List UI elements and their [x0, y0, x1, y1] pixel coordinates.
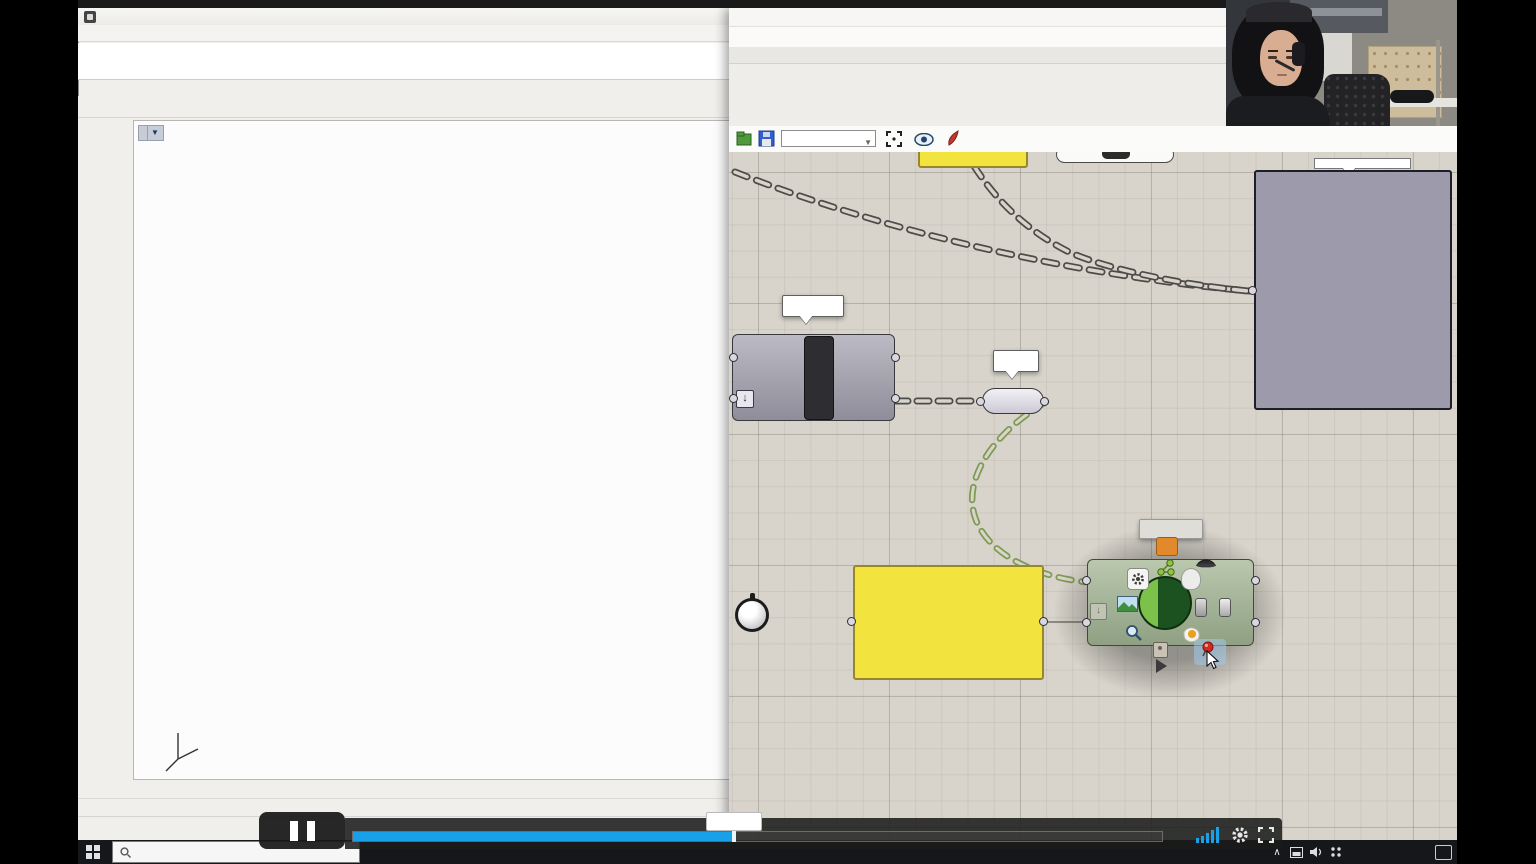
split-tree-2-negative-nub[interactable]	[1251, 618, 1260, 627]
capsule-toggle-icon-2[interactable]	[1219, 598, 1231, 617]
start-button[interactable]	[86, 845, 100, 859]
data-node-input-nub[interactable]	[976, 397, 985, 406]
fullscreen-icon[interactable]	[1258, 827, 1274, 843]
hat-icon[interactable]	[1195, 552, 1217, 568]
slider-node[interactable]	[1056, 152, 1174, 163]
pause-button[interactable]	[259, 812, 345, 849]
player-timestamp-tooltip	[706, 812, 762, 831]
split-tree-2-input-nub[interactable]	[1082, 576, 1091, 585]
masks-expression-icon[interactable]: ↓	[736, 390, 754, 408]
desk-headphones	[1390, 90, 1434, 103]
rhino-command-area[interactable]	[78, 43, 730, 80]
rhino-title-bar	[78, 8, 730, 25]
split-tree-tooltip	[782, 295, 844, 317]
data-node-tooltip	[993, 350, 1039, 372]
progress-bar[interactable]	[352, 831, 1163, 842]
compass-knob	[750, 593, 755, 600]
slider-handle[interactable]	[1102, 152, 1130, 159]
wire-display-icon[interactable]	[1156, 559, 1176, 577]
play-icon[interactable]	[1153, 658, 1169, 674]
grasshopper-canvas-toolbar: ▼	[729, 126, 1457, 153]
notification-badge	[1435, 845, 1452, 860]
capsule-toggle-icon-1[interactable]	[1195, 598, 1207, 617]
tree-panel-input-nub[interactable]	[1248, 286, 1257, 295]
rhino-viewport[interactable]: ▼	[133, 120, 730, 780]
split-tree-tooltip-pointer	[799, 315, 813, 324]
data-node-output-nub[interactable]	[1040, 397, 1049, 406]
webcam-overlay	[1226, 0, 1458, 126]
split-tree-positive-nub[interactable]	[891, 353, 900, 362]
tray-clock[interactable]	[1373, 840, 1431, 864]
panel-node[interactable]	[853, 565, 1044, 680]
save-file-icon[interactable]	[758, 130, 775, 147]
open-file-icon[interactable]	[736, 130, 754, 147]
redraw-pen-icon[interactable]	[945, 129, 961, 147]
shelf-pole	[1436, 40, 1440, 126]
chair	[1324, 74, 1390, 126]
tree-panel-callout	[1314, 158, 1411, 169]
playhead[interactable]	[732, 831, 736, 842]
split-tree-masks-nub[interactable]	[729, 394, 738, 403]
split-tree-2-tooltip	[1139, 519, 1203, 539]
grasshopper-canvas[interactable]: ↓	[729, 152, 1457, 840]
settings-gear-icon[interactable]	[1127, 568, 1149, 590]
player-settings-gear-icon[interactable]	[1231, 826, 1249, 844]
rhino-osnap-bar	[78, 798, 730, 816]
image-preview-icon[interactable]	[1117, 596, 1138, 612]
data-node-tooltip-pointer	[1005, 370, 1019, 379]
progress-fill	[353, 832, 734, 841]
person-shoulders	[1226, 96, 1330, 126]
orange-box-icon[interactable]	[1156, 537, 1178, 556]
tray-speaker-icon[interactable]	[1307, 840, 1325, 864]
bake-icon[interactable]	[1153, 642, 1168, 658]
viewport-3d-model	[134, 121, 730, 780]
volume-bars-icon[interactable]	[1196, 827, 1222, 843]
video-frame: ▼ ▼	[0, 0, 1536, 864]
rhino-sidebar-toolbar	[78, 118, 133, 832]
panel-input-nub[interactable]	[847, 617, 856, 626]
split-tree-negative-nub[interactable]	[891, 394, 900, 403]
zoom-extents-icon[interactable]	[885, 130, 903, 148]
tray-dropbox-icon[interactable]	[1327, 840, 1345, 864]
rhino-menu-bar	[78, 25, 730, 42]
cplane-axis-icon	[152, 719, 212, 779]
masks-expression-icon[interactable]: ↓	[1090, 603, 1107, 620]
ghost-preview-icon[interactable]	[1181, 568, 1201, 590]
mouse-cursor	[1205, 650, 1220, 670]
preview-eye-icon[interactable]	[914, 133, 934, 146]
rhino-display-toolbar	[78, 96, 730, 118]
split-tree-data-nub[interactable]	[729, 353, 738, 362]
viewport-title-tab[interactable]: ▼	[138, 125, 164, 141]
notification-center-icon[interactable]	[1433, 840, 1453, 864]
panel-node-top[interactable]	[918, 152, 1028, 168]
canvas-compass-widget[interactable]	[735, 598, 769, 632]
tray-window-icon[interactable]	[1287, 840, 1305, 864]
letterbox-left	[0, 0, 78, 864]
panel-output-nub[interactable]	[1039, 617, 1048, 626]
chevron-down-icon[interactable]: ▼	[147, 126, 159, 140]
rhino-toolbar-tabs	[78, 81, 730, 96]
search-icon	[120, 847, 131, 858]
split-tree-2-positive-nub[interactable]	[1251, 576, 1260, 585]
canvas-zoom-select[interactable]: ▼	[781, 130, 876, 147]
rhino-app-icon	[84, 11, 96, 23]
split-tree-2-masks-nub[interactable]	[1082, 618, 1091, 627]
tray-language[interactable]	[1345, 840, 1373, 864]
chevron-down-icon[interactable]: ▼	[864, 134, 872, 151]
headset-band	[1246, 2, 1312, 22]
player-control-bar	[345, 818, 1282, 849]
magnifier-icon[interactable]	[1125, 624, 1143, 642]
headset-earcup	[1292, 42, 1305, 66]
split-tree-name-plate[interactable]	[804, 336, 834, 420]
split-tree-component[interactable]: ↓	[732, 334, 895, 421]
data-node[interactable]	[982, 388, 1044, 414]
tree-branch-panel[interactable]	[1254, 170, 1452, 410]
rhino-viewport-tabs	[78, 780, 730, 797]
letterbox-right	[1457, 0, 1536, 864]
